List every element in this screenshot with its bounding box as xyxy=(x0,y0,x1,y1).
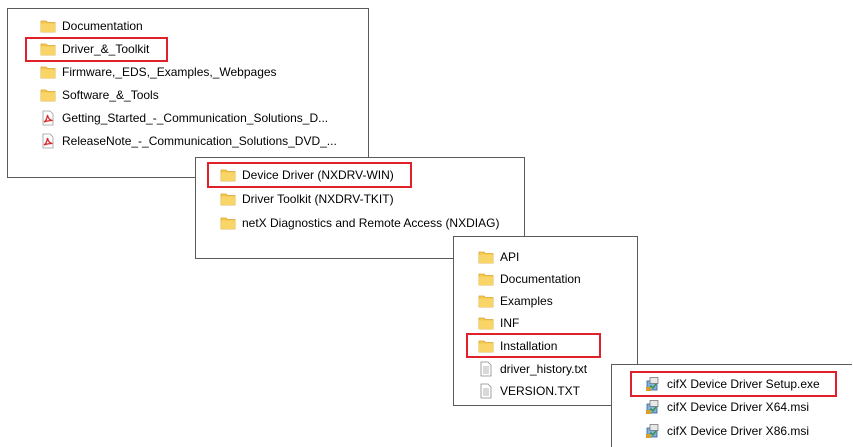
installer-icon xyxy=(645,423,661,439)
list-item-label: INF xyxy=(500,316,520,330)
file-list-root: Documentation Driver_&_Toolkit Firmware,… xyxy=(7,8,369,178)
list-item-label: Firmware,_EDS,_Examples,_Webpages xyxy=(62,65,277,79)
list-item-label: Device Driver (NXDRV-WIN) xyxy=(242,168,394,182)
folder-icon xyxy=(478,338,494,354)
list-item-label: cifX Device Driver X64.msi xyxy=(667,400,810,414)
list-item-software-tools[interactable]: Software_&_Tools xyxy=(40,85,159,105)
list-item-label: Documentation xyxy=(500,272,581,286)
list-item-installation[interactable]: Installation xyxy=(478,336,557,356)
folder-icon xyxy=(220,215,236,231)
list-item-label: API xyxy=(500,250,520,264)
folder-icon xyxy=(220,167,236,183)
list-item-setup-exe[interactable]: cifX Device Driver Setup.exe xyxy=(645,374,820,394)
list-item-releasenote-pdf[interactable]: ReleaseNote_-_Communication_Solutions_DV… xyxy=(40,131,337,151)
text-file-icon xyxy=(478,361,494,377)
list-item-x86-msi[interactable]: cifX Device Driver X86.msi xyxy=(645,421,809,441)
list-item-api[interactable]: API xyxy=(478,247,519,267)
list-item-label: Documentation xyxy=(62,19,143,33)
file-list-installation: cifX Device Driver Setup.exe cifX Device… xyxy=(611,364,852,447)
list-item-version-txt[interactable]: VERSION.TXT xyxy=(478,381,580,401)
list-item-label: VERSION.TXT xyxy=(500,384,581,398)
folder-icon xyxy=(478,249,494,265)
list-item-label: Driver Toolkit (NXDRV-TKIT) xyxy=(242,192,394,206)
list-item-examples[interactable]: Examples xyxy=(478,291,553,311)
list-item-x64-msi[interactable]: cifX Device Driver X64.msi xyxy=(645,397,809,417)
list-item-label: Getting_Started_-_Communication_Solution… xyxy=(62,111,329,125)
list-item-label: cifX Device Driver Setup.exe xyxy=(667,377,820,391)
folder-icon xyxy=(478,315,494,331)
list-item-label: netX Diagnostics and Remote Access (NXDI… xyxy=(242,216,500,230)
list-item-label: ReleaseNote_-_Communication_Solutions_DV… xyxy=(62,134,337,148)
list-item-label: Examples xyxy=(500,294,553,308)
pdf-icon xyxy=(40,133,56,149)
installer-icon xyxy=(645,399,661,415)
list-item-documentation[interactable]: Documentation xyxy=(478,269,581,289)
pdf-icon xyxy=(40,110,56,126)
folder-icon xyxy=(220,191,236,207)
folder-icon xyxy=(40,64,56,80)
list-item-netx-diagnostics[interactable]: netX Diagnostics and Remote Access (NXDI… xyxy=(220,213,499,233)
list-item-device-driver[interactable]: Device Driver (NXDRV-WIN) xyxy=(220,165,394,185)
list-item-getting-started-pdf[interactable]: Getting_Started_-_Communication_Solution… xyxy=(40,108,328,128)
folder-icon xyxy=(478,293,494,309)
folder-icon xyxy=(40,87,56,103)
folder-icon xyxy=(478,271,494,287)
list-item-label: cifX Device Driver X86.msi xyxy=(667,424,810,438)
list-item-documentation[interactable]: Documentation xyxy=(40,16,143,36)
folder-icon xyxy=(40,41,56,57)
list-item-label: driver_history.txt xyxy=(500,362,588,376)
list-item-inf[interactable]: INF xyxy=(478,313,519,333)
list-item-label: Driver_&_Toolkit xyxy=(62,42,150,56)
installer-icon xyxy=(645,376,661,392)
list-item-label: Installation xyxy=(500,339,558,353)
list-item-driver-toolkit-folder[interactable]: Driver Toolkit (NXDRV-TKIT) xyxy=(220,189,394,209)
list-item-label: Software_&_Tools xyxy=(62,88,159,102)
list-item-driver-history[interactable]: driver_history.txt xyxy=(478,359,587,379)
folder-icon xyxy=(40,18,56,34)
text-file-icon xyxy=(478,383,494,399)
list-item-firmware[interactable]: Firmware,_EDS,_Examples,_Webpages xyxy=(40,62,277,82)
list-item-driver-toolkit[interactable]: Driver_&_Toolkit xyxy=(40,39,149,59)
